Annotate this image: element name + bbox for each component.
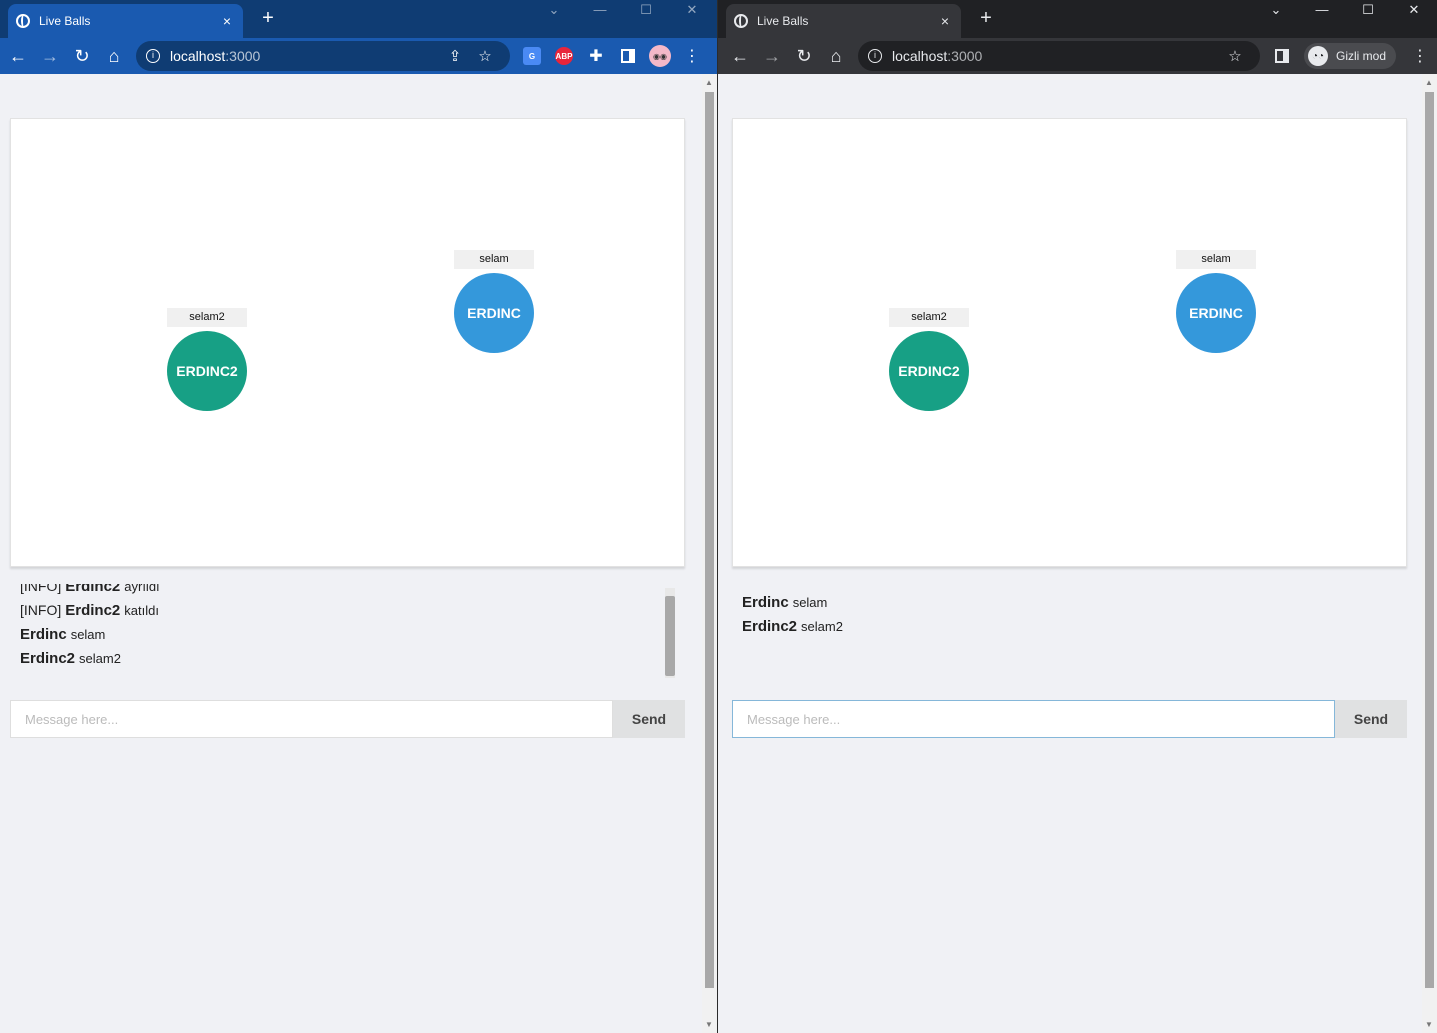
url-text: localhost:3000 [892, 48, 983, 64]
share-icon[interactable]: ⇪ [440, 47, 470, 65]
speech-bubble: selam [1176, 250, 1256, 269]
incognito-icon: ◔◔ [1308, 46, 1328, 66]
message-composer: Send [10, 700, 685, 738]
chat-message: [INFO] Erdinc2 ayrıldı [20, 584, 160, 595]
speech-bubble: selam [454, 250, 534, 269]
tab-search-icon[interactable]: ⌄ [531, 0, 577, 20]
scroll-up-icon[interactable]: ▲ [705, 78, 713, 87]
chat-message: Erdinc2 selam2 [20, 650, 121, 667]
maximize-icon[interactable]: ☐ [623, 0, 669, 20]
scroll-down-icon[interactable]: ▼ [1425, 1020, 1433, 1029]
side-panel-icon[interactable] [1268, 42, 1296, 70]
ball-erdinc: selam ERDINC [1176, 250, 1256, 353]
page-scroll-thumb[interactable] [1425, 92, 1434, 988]
new-tab-button[interactable]: + [976, 8, 996, 28]
adblock-plus-icon[interactable]: ABP [550, 42, 578, 70]
address-bar[interactable]: i localhost:3000 ⇪ ☆ [136, 41, 510, 71]
maximize-icon[interactable]: ☐ [1345, 0, 1391, 20]
browser-window-left: Live Balls × + ⌄ — ☐ ✕ ← → ↻ ⌂ i localho… [0, 0, 717, 1033]
tab-title: Live Balls [39, 14, 91, 28]
chat-scrollbar[interactable] [665, 588, 675, 678]
back-icon[interactable]: ← [2, 40, 34, 72]
profile-avatar-icon[interactable]: ◉◉ [646, 42, 674, 70]
tab-title: Live Balls [757, 14, 809, 28]
chat-message: Erdinc selam [742, 594, 828, 611]
browser-toolbar: ← → ↻ ⌂ i localhost:3000 ☆ ◔◔ Gizli mod … [718, 38, 1437, 74]
chat-log[interactable]: [INFO] Erdinc2 ayrıldı [INFO] Erdinc2 katıld… [10, 584, 675, 680]
ball-erdinc2: selam2 ERDINC2 [889, 308, 969, 411]
chat-log[interactable]: Erdinc selam Erdinc2 selam2 [732, 590, 1397, 686]
side-panel-icon[interactable] [614, 42, 642, 70]
info-icon[interactable]: i [146, 49, 160, 63]
chat-message: Erdinc2 selam2 [742, 618, 843, 635]
tab-strip: Live Balls × + ⌄ — ☐ ✕ [0, 0, 717, 38]
extensions-puzzle-icon[interactable]: ✚ [582, 42, 610, 70]
send-button[interactable]: Send [613, 700, 685, 738]
new-tab-button[interactable]: + [258, 8, 278, 28]
balls-canvas[interactable]: selam2 ERDINC2 selam ERDINC [10, 118, 685, 567]
globe-icon [16, 14, 30, 28]
ball-circle: ERDINC2 [889, 331, 969, 411]
url-text: localhost:3000 [170, 48, 261, 64]
close-window-icon[interactable]: ✕ [1391, 0, 1437, 20]
balls-canvas[interactable]: selam2 ERDINC2 selam ERDINC [732, 118, 1407, 567]
tab-strip: Live Balls × + ⌄ — ☐ ✕ [718, 0, 1437, 38]
page-scroll-thumb[interactable] [705, 92, 714, 988]
tab-close-icon[interactable]: × [219, 13, 235, 29]
speech-bubble: selam2 [889, 308, 969, 327]
speech-bubble: selam2 [167, 308, 247, 327]
message-input[interactable] [10, 700, 613, 738]
minimize-icon[interactable]: — [1299, 0, 1345, 20]
tab-close-icon[interactable]: × [937, 13, 953, 29]
incognito-badge[interactable]: ◔◔ Gizli mod [1304, 43, 1397, 69]
page-scrollbar[interactable]: ▲ ▼ [1422, 74, 1437, 1033]
address-bar[interactable]: i localhost:3000 ☆ [858, 41, 1260, 71]
menu-kebab-icon[interactable]: ⋮ [1406, 42, 1434, 70]
page-viewport: selam2 ERDINC2 selam ERDINC [INFO] Erdinc… [0, 74, 717, 1033]
page-viewport: selam2 ERDINC2 selam ERDINC Erdinc selam … [718, 74, 1437, 1033]
incognito-label: Gizli mod [1336, 49, 1387, 63]
message-composer: Send [732, 700, 1407, 738]
browser-toolbar: ← → ↻ ⌂ i localhost:3000 ⇪ ☆ G ABP ✚ ◉◉ … [0, 38, 717, 74]
ball-circle: ERDINC2 [167, 331, 247, 411]
forward-icon[interactable]: → [34, 40, 66, 72]
tab-search-icon[interactable]: ⌄ [1253, 0, 1299, 20]
back-icon[interactable]: ← [724, 40, 756, 72]
menu-kebab-icon[interactable]: ⋮ [678, 42, 706, 70]
ball-circle: ERDINC [454, 273, 534, 353]
close-window-icon[interactable]: ✕ [669, 0, 715, 20]
bookmark-star-icon[interactable]: ☆ [1220, 47, 1250, 65]
browser-window-right: Live Balls × + ⌄ — ☐ ✕ ← → ↻ ⌂ i localho… [718, 0, 1437, 1033]
chat-scroll-thumb[interactable] [665, 596, 675, 676]
google-translate-icon[interactable]: G [518, 42, 546, 70]
scroll-up-icon[interactable]: ▲ [1425, 78, 1433, 87]
reload-icon[interactable]: ↻ [788, 40, 820, 72]
home-icon[interactable]: ⌂ [98, 40, 130, 72]
info-icon[interactable]: i [868, 49, 882, 63]
scroll-down-icon[interactable]: ▼ [705, 1020, 713, 1029]
bookmark-star-icon[interactable]: ☆ [470, 47, 500, 65]
send-button[interactable]: Send [1335, 700, 1407, 738]
chat-message: [INFO] Erdinc2 katıldı [20, 602, 159, 619]
ball-circle: ERDINC [1176, 273, 1256, 353]
ball-erdinc2: selam2 ERDINC2 [167, 308, 247, 411]
minimize-icon[interactable]: — [577, 0, 623, 20]
globe-icon [734, 14, 748, 28]
ball-erdinc: selam ERDINC [454, 250, 534, 353]
page-scrollbar[interactable]: ▲ ▼ [702, 74, 717, 1033]
forward-icon[interactable]: → [756, 40, 788, 72]
tab-live-balls[interactable]: Live Balls × [726, 4, 961, 38]
tab-live-balls[interactable]: Live Balls × [8, 4, 243, 38]
home-icon[interactable]: ⌂ [820, 40, 852, 72]
reload-icon[interactable]: ↻ [66, 40, 98, 72]
chat-message: Erdinc selam [20, 626, 106, 643]
message-input[interactable] [732, 700, 1335, 738]
